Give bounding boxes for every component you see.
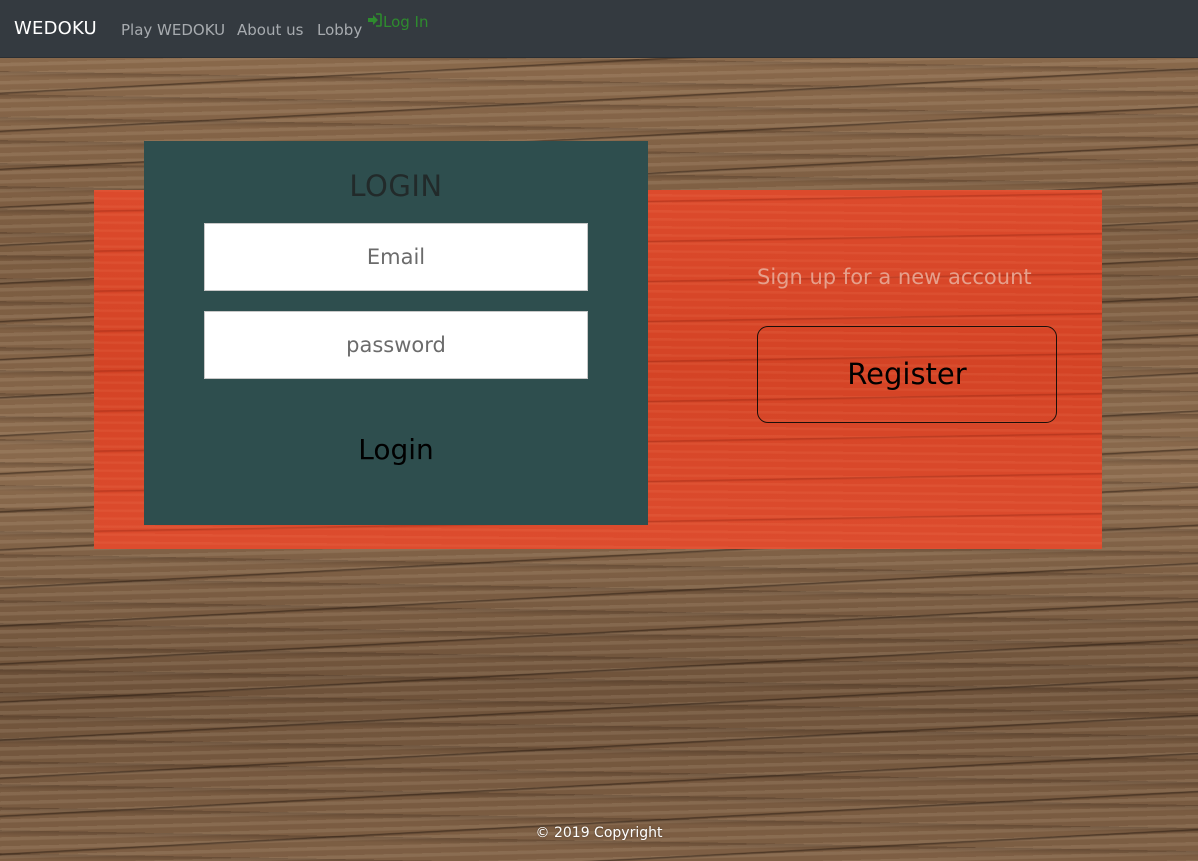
nav-link-about[interactable]: About us [237,21,303,39]
top-navbar: WEDOKU Play WEDOKU About us Lobby Log In [0,0,1198,58]
brand-link[interactable]: WEDOKU [14,18,97,40]
login-card: LOGIN Login [144,141,648,525]
footer-copyright: © 2019 Copyright [535,825,663,841]
nav-link-lobby[interactable]: Lobby [317,21,362,39]
email-field[interactable] [204,223,588,291]
password-field[interactable] [204,311,588,379]
login-button[interactable]: Login [296,428,496,472]
signup-prompt: Sign up for a new account [757,265,1032,289]
register-button[interactable]: Register [757,326,1057,423]
login-title: LOGIN [349,169,443,203]
nav-link-login[interactable]: Log In [367,13,429,31]
sign-in-icon [367,13,383,31]
nav-link-play[interactable]: Play WEDOKU [121,21,225,39]
nav-login-label: Log In [383,13,429,31]
